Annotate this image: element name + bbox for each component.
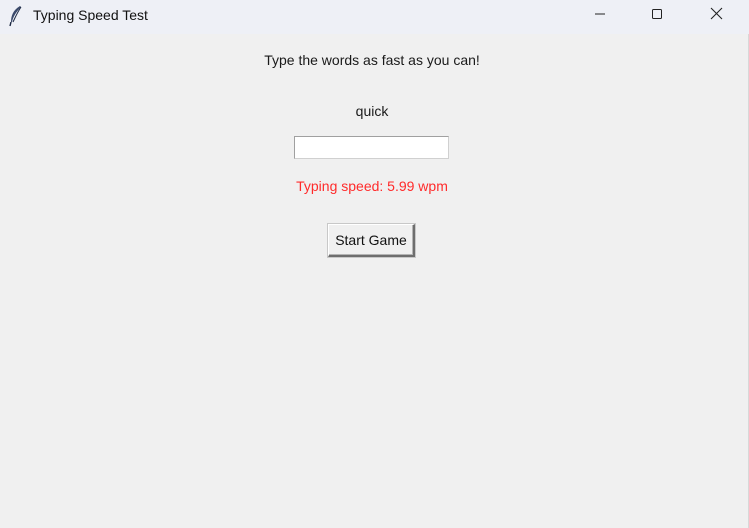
maximize-icon [651,7,663,25]
app-window: Typing Speed Test Type the words as fast… [0,0,749,528]
window-title: Typing Speed Test [33,7,148,23]
title-bar[interactable]: Typing Speed Test [0,0,749,34]
close-icon [710,7,723,25]
typing-speed-label: Typing speed: 5.99 wpm [296,178,448,194]
current-word-label: quick [355,103,389,119]
feather-icon [7,5,25,27]
word-input[interactable] [294,136,449,159]
minimize-button[interactable] [577,0,623,32]
start-game-button[interactable]: Start Game [328,224,415,257]
maximize-button[interactable] [634,0,680,32]
close-button[interactable] [693,0,739,32]
instruction-label: Type the words as fast as you can! [264,52,480,68]
main-content: Type the words as fast as you can! quick… [0,34,749,528]
minimize-icon [594,7,606,25]
